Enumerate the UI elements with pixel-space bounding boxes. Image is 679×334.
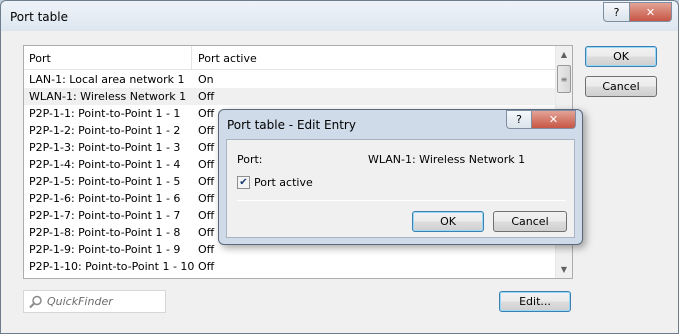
port-active-cell: Off	[198, 90, 215, 103]
close-button[interactable]: ✕	[630, 2, 672, 22]
help-icon: ?	[516, 113, 522, 126]
scroll-up-button[interactable]: ▲	[556, 46, 572, 63]
table-row[interactable]: WLAN-1: Wireless Network 1 Off	[24, 88, 556, 105]
quickfinder-input[interactable]	[45, 294, 163, 309]
port-label: Port:	[237, 153, 263, 166]
scroll-down-button[interactable]: ▼	[556, 261, 572, 278]
dialog-body: Port: WLAN-1: Wireless Network 1 ✔ Port …	[226, 139, 575, 238]
checkmark-icon: ✔	[239, 177, 248, 188]
port-active-cell: On	[198, 73, 214, 86]
port-active-cell: Off	[198, 175, 215, 188]
edit-button[interactable]: Edit...	[499, 291, 571, 312]
column-divider[interactable]	[191, 46, 192, 70]
window-title: Port table	[10, 10, 68, 24]
column-header-port-active[interactable]: Port active	[198, 52, 257, 65]
port-cell: LAN-1: Local area network 1	[29, 73, 185, 86]
port-cell: P2P-1-7: Point-to-Point 1 - 7	[29, 209, 181, 222]
port-active-cell: Off	[198, 209, 215, 222]
close-icon: ✕	[548, 113, 559, 126]
close-icon: ✕	[645, 5, 656, 19]
dialog-ok-button[interactable]: OK	[412, 211, 484, 232]
table-row[interactable]: LAN-1: Local area network 1 On	[24, 71, 556, 88]
arrow-down-icon: ▼	[560, 265, 568, 274]
caption-buttons: ? ✕	[603, 2, 672, 22]
column-header-port[interactable]: Port	[29, 52, 51, 65]
port-cell: P2P-1-1: Point-to-Point 1 - 1	[29, 107, 181, 120]
help-icon: ?	[613, 5, 620, 19]
port-active-checkbox-row[interactable]: ✔ Port active	[237, 176, 313, 189]
port-active-cell: Off	[198, 141, 215, 154]
dialog-help-button[interactable]: ?	[506, 110, 532, 129]
port-active-cell: Off	[198, 243, 215, 256]
port-cell: WLAN-1: Wireless Network 1	[29, 90, 187, 103]
scroll-thumb[interactable]: ≡	[557, 65, 571, 93]
port-cell: P2P-1-8: Point-to-Point 1 - 8	[29, 226, 181, 239]
dialog-separator	[237, 200, 566, 201]
quickfinder-box[interactable]	[23, 290, 166, 313]
port-active-cell: Off	[198, 158, 215, 171]
port-active-cell: Off	[198, 107, 215, 120]
port-active-cell: Off	[198, 192, 215, 205]
search-icon	[29, 295, 42, 308]
port-cell: P2P-1-4: Point-to-Point 1 - 4	[29, 158, 181, 171]
port-cell: P2P-1-9: Point-to-Point 1 - 9	[29, 243, 181, 256]
port-cell: P2P-1-10: Point-to-Point 1 - 10	[29, 260, 195, 273]
port-cell: P2P-1-2: Point-to-Point 1 - 2	[29, 124, 181, 137]
port-cell: P2P-1-5: Point-to-Point 1 - 5	[29, 175, 181, 188]
edit-entry-dialog: Port table - Edit Entry ? ✕ Port: WLAN-1…	[218, 109, 583, 245]
window-titlebar[interactable]: Port table ? ✕	[1, 1, 678, 31]
table-row[interactable]: P2P-1-10: Point-to-Point 1 - 10 Off	[24, 258, 556, 275]
dialog-title: Port table - Edit Entry	[227, 118, 356, 132]
ok-button[interactable]: OK	[585, 46, 657, 67]
dialog-cancel-button[interactable]: Cancel	[493, 211, 567, 232]
port-cell: P2P-1-3: Point-to-Point 1 - 3	[29, 141, 181, 154]
port-cell: P2P-1-6: Point-to-Point 1 - 6	[29, 192, 181, 205]
port-active-cell: Off	[198, 124, 215, 137]
help-button[interactable]: ?	[603, 2, 630, 22]
port-active-checkbox[interactable]: ✔	[237, 176, 250, 189]
port-value: WLAN-1: Wireless Network 1	[368, 153, 526, 166]
port-active-cell: Off	[198, 260, 215, 273]
dialog-close-button[interactable]: ✕	[532, 110, 576, 129]
port-active-label[interactable]: Port active	[254, 176, 313, 189]
arrow-up-icon: ▲	[560, 50, 568, 59]
table-header: Port Port active	[24, 46, 556, 70]
cancel-button[interactable]: Cancel	[585, 76, 657, 97]
dialog-caption-buttons: ? ✕	[506, 110, 576, 129]
port-active-cell: Off	[198, 226, 215, 239]
